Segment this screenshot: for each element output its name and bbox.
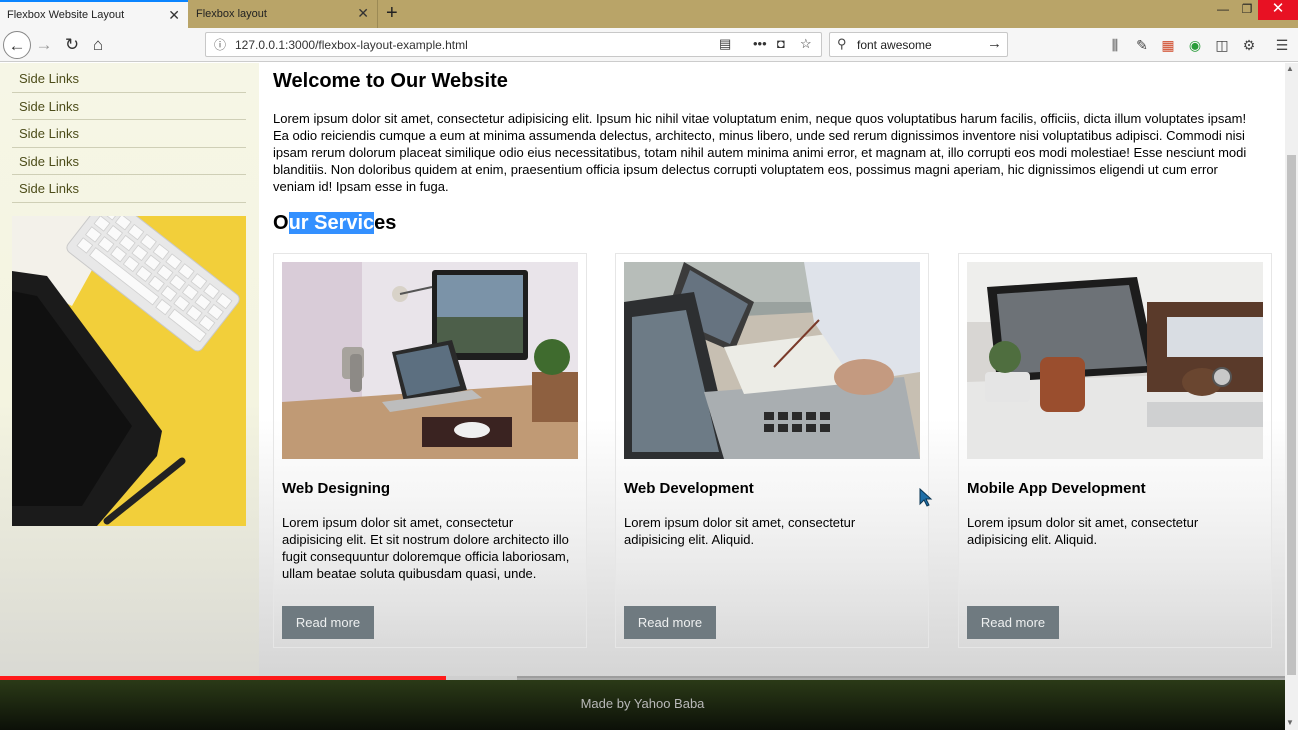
maximize-button[interactable]: ❐	[1234, 0, 1260, 20]
search-go-arrow-icon[interactable]: →	[987, 35, 1002, 52]
side-link[interactable]: Side Links	[12, 120, 246, 148]
selected-text: ur Servic	[288, 212, 375, 234]
search-input[interactable]: font awesome	[857, 38, 932, 52]
sidebar: Side Links Side Links Side Links Side Li…	[0, 63, 259, 678]
side-link[interactable]: Side Links	[12, 175, 246, 203]
desk-setup-image	[282, 262, 578, 459]
extension-grid-icon[interactable]: ▦	[1160, 37, 1176, 53]
close-icon[interactable]: ✕	[168, 8, 180, 22]
intro-paragraph: Lorem ipsum dolor sit amet, consectetur …	[273, 111, 1247, 194]
chrome-extension-icon[interactable]: ◉	[1187, 37, 1203, 53]
search-bar[interactable]: ⚲ font awesome →	[829, 32, 1008, 57]
tab-flexbox-layout[interactable]: Flexbox layout ✕	[189, 0, 378, 28]
tab-label: Flexbox layout	[196, 8, 267, 20]
library-icon[interactable]: ⫼	[1107, 37, 1123, 53]
read-more-button[interactable]: Read more	[624, 606, 716, 639]
reload-icon[interactable]: ↻	[58, 31, 86, 59]
card-title: Web Development	[624, 480, 754, 497]
address-bar[interactable]: ⓘ 127.0.0.1:3000/flexbox-layout-example.…	[205, 32, 822, 57]
sidebar-toggle-icon[interactable]: ◫	[1214, 37, 1230, 53]
card-title: Web Designing	[282, 480, 391, 497]
reader-view-icon[interactable]: ▤	[719, 36, 731, 52]
tab-flexbox-website-layout[interactable]: Flexbox Website Layout ✕	[0, 0, 188, 28]
back-arrow-icon[interactable]: ←	[3, 31, 31, 59]
web-page: Side Links Side Links Side Links Side Li…	[0, 63, 1285, 730]
tablet-desk-image	[967, 262, 1263, 459]
page-title: Welcome to Our Website	[273, 70, 508, 92]
forward-arrow-icon[interactable]: →	[30, 31, 58, 59]
card-text: Lorem ipsum dolor sit amet, consectetur …	[624, 515, 856, 547]
search-icon: ⚲	[837, 36, 847, 51]
tab-label: Flexbox Website Layout	[7, 9, 125, 21]
scrollbar-thumb[interactable]	[1287, 155, 1296, 675]
bookmark-star-icon[interactable]: ☆	[800, 36, 812, 52]
settings-gear-icon[interactable]: ⚙	[1241, 37, 1257, 53]
laptop-meeting-image	[624, 262, 920, 459]
card-title: Mobile App Development	[967, 480, 1146, 497]
side-link[interactable]: Side Links	[12, 65, 246, 93]
eyedropper-icon[interactable]: ✎	[1134, 37, 1150, 53]
side-links-list: Side Links Side Links Side Links Side Li…	[12, 65, 246, 203]
new-tab-icon[interactable]: +	[386, 3, 398, 23]
url-text[interactable]: 127.0.0.1:3000/flexbox-layout-example.ht…	[235, 38, 468, 52]
home-icon[interactable]: ⌂	[84, 31, 112, 59]
service-card: Mobile App Development Lorem ipsum dolor…	[958, 253, 1272, 648]
site-info-icon[interactable]: ⓘ	[214, 36, 226, 53]
pocket-icon[interactable]: ◘	[777, 36, 785, 51]
read-more-button[interactable]: Read more	[282, 606, 374, 639]
side-link[interactable]: Side Links	[12, 148, 246, 175]
services-heading: Our Services	[273, 212, 396, 235]
scroll-up-arrow-icon[interactable]: ▲	[1286, 64, 1294, 73]
scroll-down-arrow-icon[interactable]: ▼	[1286, 718, 1294, 727]
minimize-button[interactable]: —	[1210, 0, 1236, 20]
close-icon[interactable]: ✕	[357, 6, 369, 20]
site-footer: Made by Yahoo Baba	[0, 680, 1285, 730]
mouse-cursor-icon	[919, 488, 933, 507]
service-card: Web Development Lorem ipsum dolor sit am…	[615, 253, 929, 648]
window-close-button[interactable]: ✕	[1258, 0, 1298, 20]
read-more-button[interactable]: Read more	[967, 606, 1059, 639]
side-link[interactable]: Side Links	[12, 93, 246, 120]
sidebar-keyboard-tablet-image	[12, 216, 246, 526]
services-heading-part: O	[273, 212, 289, 234]
main-content: Welcome to Our Website Lorem ipsum dolor…	[259, 63, 1285, 678]
service-card: Web Designing Lorem ipsum dolor sit amet…	[273, 253, 587, 648]
card-text: Lorem ipsum dolor sit amet, consectetur …	[967, 515, 1199, 547]
hamburger-menu-icon[interactable]: ☰	[1274, 37, 1290, 53]
card-text: Lorem ipsum dolor sit amet, consectetur …	[282, 515, 570, 581]
footer-text: Made by Yahoo Baba	[580, 696, 705, 711]
services-heading-part: es	[374, 212, 397, 234]
tab-strip: Flexbox Website Layout ✕ Flexbox layout …	[0, 0, 1298, 28]
navigation-toolbar: ← → ↻ ⌂ ⓘ 127.0.0.1:3000/flexbox-layout-…	[0, 28, 1298, 62]
page-actions-icon[interactable]: •••	[753, 36, 767, 51]
